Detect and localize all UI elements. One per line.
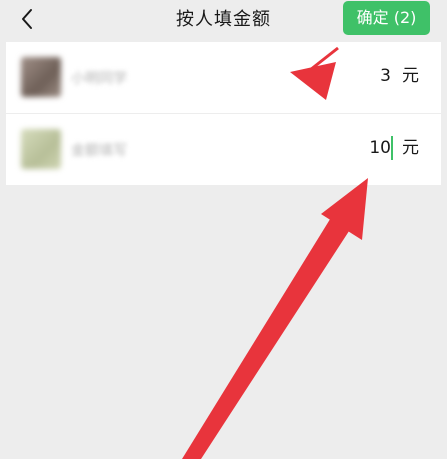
member-amount-list: 小明同学 3 元 金额填写 10 元 bbox=[6, 42, 441, 185]
text-cursor bbox=[391, 136, 393, 160]
member-name: 小明同学 bbox=[71, 71, 127, 87]
currency-unit-label: 元 bbox=[402, 138, 419, 158]
navigation-bar: 按人填金额 确定 (2) bbox=[0, 0, 447, 40]
amount-input[interactable]: 3 bbox=[380, 62, 391, 90]
currency-unit-label: 元 bbox=[402, 66, 419, 86]
confirm-button[interactable]: 确定 (2) bbox=[343, 1, 430, 35]
avatar bbox=[21, 57, 61, 97]
avatar bbox=[21, 129, 61, 169]
annotation-arrow bbox=[182, 178, 368, 459]
member-row[interactable]: 小明同学 3 元 bbox=[6, 42, 441, 114]
amount-input[interactable]: 10 bbox=[369, 134, 391, 162]
member-name: 金额填写 bbox=[71, 143, 127, 159]
member-row[interactable]: 金额填写 10 元 bbox=[6, 114, 441, 185]
